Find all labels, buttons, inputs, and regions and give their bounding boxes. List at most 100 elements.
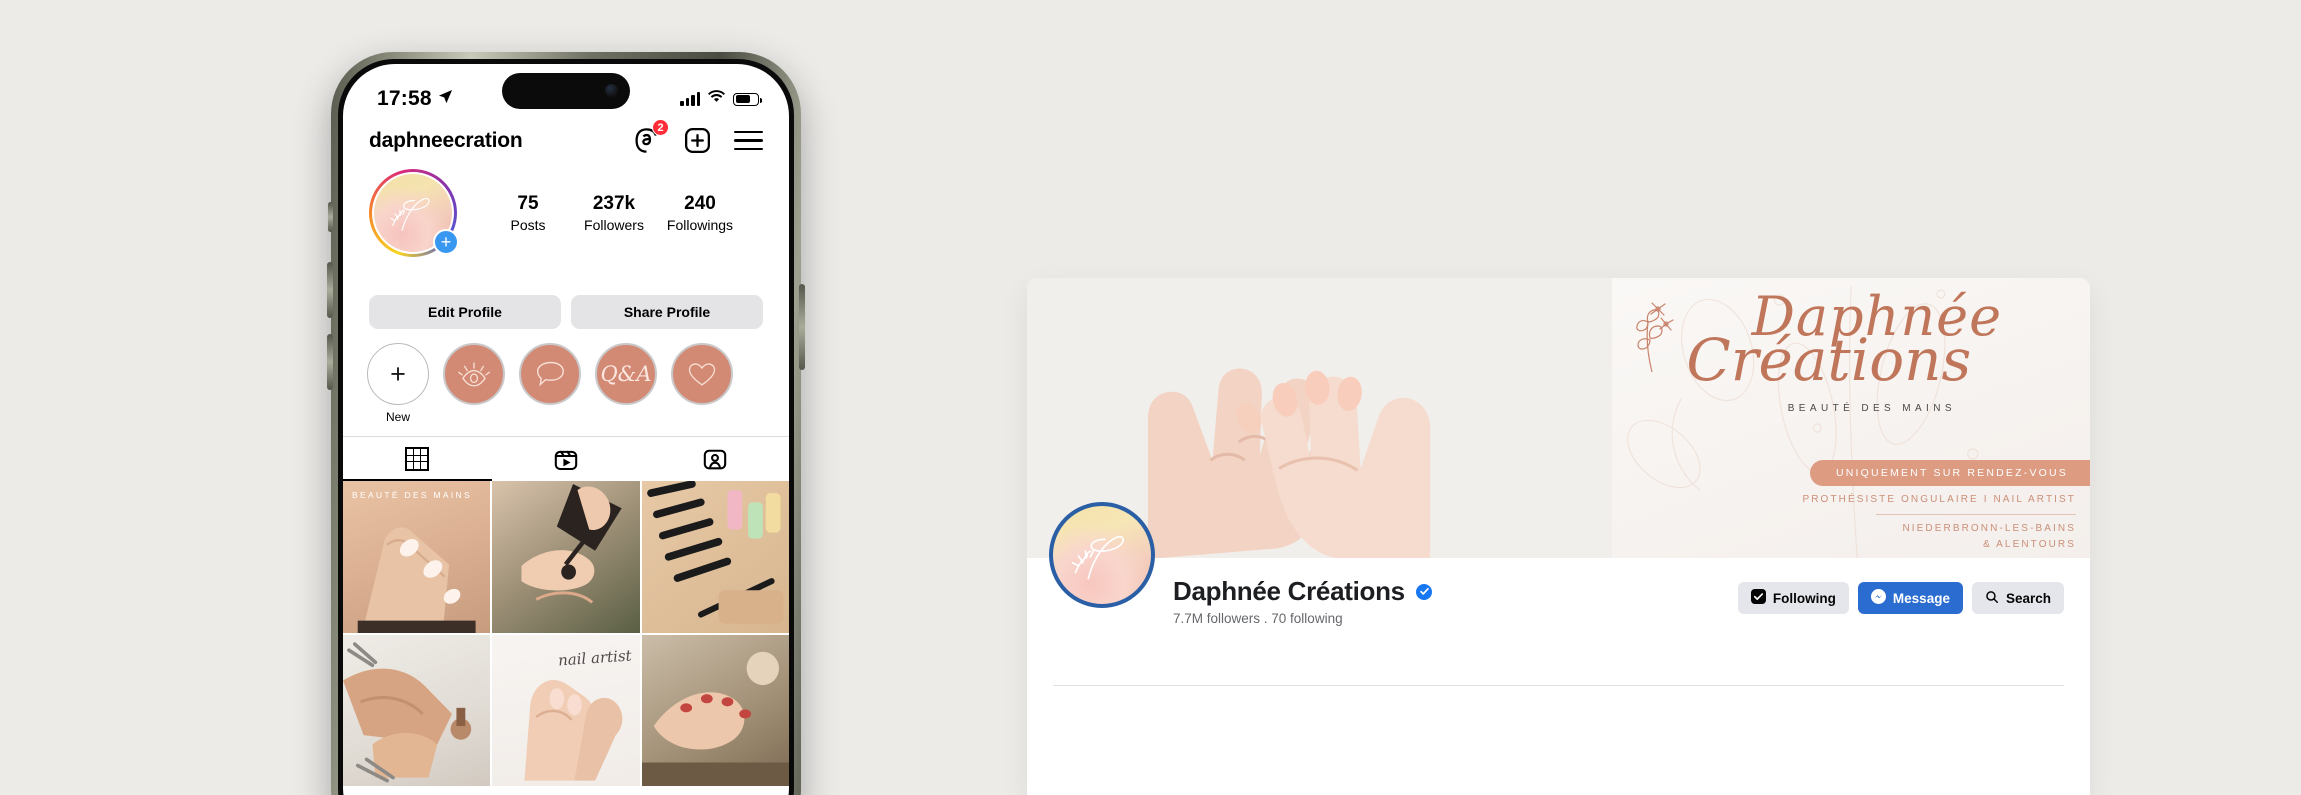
highlight-heart[interactable] [671,343,733,424]
reels-icon [554,450,578,470]
threads-icon[interactable]: 2 [632,119,669,155]
profile-photo-grid: BEAUTÉ DES MAINS nail artist [343,481,789,787]
location-line-2: & ALENTOURS [1983,538,2077,550]
hamburger-menu-icon[interactable] [734,130,763,151]
speech-bubble-icon [536,361,564,387]
highlight-new[interactable]: + New [367,343,429,424]
stat-posts[interactable]: 75 Posts [485,193,571,233]
search-button-label: Search [2005,590,2051,606]
cellular-bars-icon [680,92,700,106]
header-icon-group: 2 [632,119,763,155]
page-followers-meta: 7.7M followers . 70 following [1173,611,1343,626]
grid-cell[interactable] [641,634,789,787]
message-button-label: Message [1892,590,1950,606]
page-info-bar: Daphnée Créations 7.7M followers . 70 fo… [1027,502,2090,686]
highlight-qa[interactable]: Q&A [595,343,657,424]
stat-posts-value: 75 [517,193,539,214]
highlight-eye[interactable] [443,343,505,424]
brand-line-2: Créations [1686,325,1972,394]
stat-followers-value: 237k [592,193,636,214]
status-bar-clock: 17:58 [377,87,432,110]
page-cover-photo[interactable]: Daphnée Créations BEAUTÉ DES MAINS UNIQU… [1027,278,2090,558]
instagram-header: daphneecration 2 [343,119,789,165]
threads-notification-badge: 2 [652,119,669,136]
phone-screen: 17:58 daphneecration 2 + 75 Posts 237k F… [343,64,789,795]
wifi-icon [708,90,725,108]
phone-volume-down-button [327,334,333,390]
stat-followings-value: 240 [684,193,716,214]
highlight-speech[interactable] [519,343,581,424]
location-subtitle: NIEDERBRONN-LES-BAINS & ALENTOURS [1902,521,2076,552]
phone-power-button [799,284,805,370]
eye-icon [458,362,490,387]
status-bar: 17:58 [343,64,789,120]
screenshot-canvas: 17:58 daphneecration 2 + 75 Posts 237k F… [0,0,2301,795]
location-arrow-icon [438,89,453,109]
phone-volume-up-button [327,262,333,318]
qa-icon: Q&A [600,362,652,386]
grid-icon [405,447,430,471]
grid-cell[interactable] [492,481,640,633]
story-highlights-row: + New Q&A [343,329,789,424]
stat-posts-label: Posts [510,217,546,233]
stat-followings[interactable]: 240 Followings [657,193,743,233]
grid-cell-caption: BEAUTÉ DES MAINS [352,490,472,500]
phone-mockup: 17:58 daphneecration 2 + 75 Posts 237k F… [327,52,805,795]
message-button[interactable]: Message [1857,582,1963,614]
page-avatar[interactable] [1049,502,1155,608]
highlight-qa-circle: Q&A [595,343,657,405]
highlight-heart-circle [671,343,733,405]
share-profile-button[interactable]: Share Profile [571,295,763,329]
stat-followers-label: Followers [584,217,644,233]
brand-subtitle: BEAUTÉ DES MAINS [1787,403,1956,415]
dynamic-island [502,73,630,109]
grid-cell[interactable]: nail artist [492,634,640,787]
messenger-icon [1870,589,1886,607]
tab-grid[interactable] [343,437,492,481]
highlight-eye-circle [443,343,505,405]
page-title: Daphnée Créations [1173,576,1405,606]
facebook-page-panel: Daphnée Créations BEAUTÉ DES MAINS UNIQU… [1027,278,2090,795]
heart-icon [688,363,716,386]
services-subtitle: PROTHÉSISTE ONGULAIRE I NAIL ARTIST [1802,494,2077,505]
brand-logo: Daphnée Créations BEAUTÉ DES MAINS [1612,290,2072,415]
phone-bezel: 17:58 daphneecration 2 + 75 Posts 237k F… [338,59,794,795]
highlight-speech-circle [519,343,581,405]
stat-followers[interactable]: 237k Followers [571,193,657,233]
page-info-divider [1053,685,2064,686]
phone-silent-switch [328,202,333,232]
tagged-person-icon [703,449,726,470]
grid-cell[interactable] [343,634,491,787]
page-identity: Daphnée Créations 7.7M followers . 70 fo… [1173,558,1433,626]
search-icon [1985,590,1999,607]
profile-stats: 75 Posts 237k Followers 240 Followings [485,193,743,233]
page-action-buttons: Following Message Search [1737,582,2064,614]
following-button[interactable]: Following [1737,582,1849,614]
verified-badge-icon [1416,583,1433,600]
highlight-new-circle: + [367,343,429,405]
grid-cell[interactable] [641,481,789,633]
profile-avatar-wrapper[interactable]: + [369,169,459,257]
search-button[interactable]: Search [1971,582,2064,614]
cover-branding-panel: Daphnée Créations BEAUTÉ DES MAINS UNIQU… [1611,278,2090,558]
tab-reels[interactable] [492,437,641,481]
appointment-pill: UNIQUEMENT SUR RENDEZ-VOUS [1809,460,2090,486]
following-check-icon [1750,589,1766,607]
stat-followings-label: Followings [666,217,734,233]
flower-sprig-icon [1635,302,1674,373]
battery-icon [733,92,762,106]
plus-square-icon[interactable] [683,126,712,155]
cover-divider [1876,514,2077,515]
profile-tab-bar [343,436,789,481]
profile-summary-row: + 75 Posts 237k Followers 240 Followings [343,165,789,257]
tab-tagged[interactable] [640,437,789,481]
brand-script-wordmark: Daphnée Créations [1612,290,2072,394]
edit-profile-button[interactable]: Edit Profile [369,295,561,329]
plus-icon: + [390,358,406,389]
add-story-plus-icon[interactable]: + [433,229,459,255]
grid-cell[interactable]: BEAUTÉ DES MAINS [343,481,491,633]
profile-action-buttons: Edit Profile Share Profile [343,257,789,329]
highlight-new-label: New [385,410,410,424]
following-button-label: Following [1772,590,1836,606]
location-line-1: NIEDERBRONN-LES-BAINS [1902,523,2077,534]
